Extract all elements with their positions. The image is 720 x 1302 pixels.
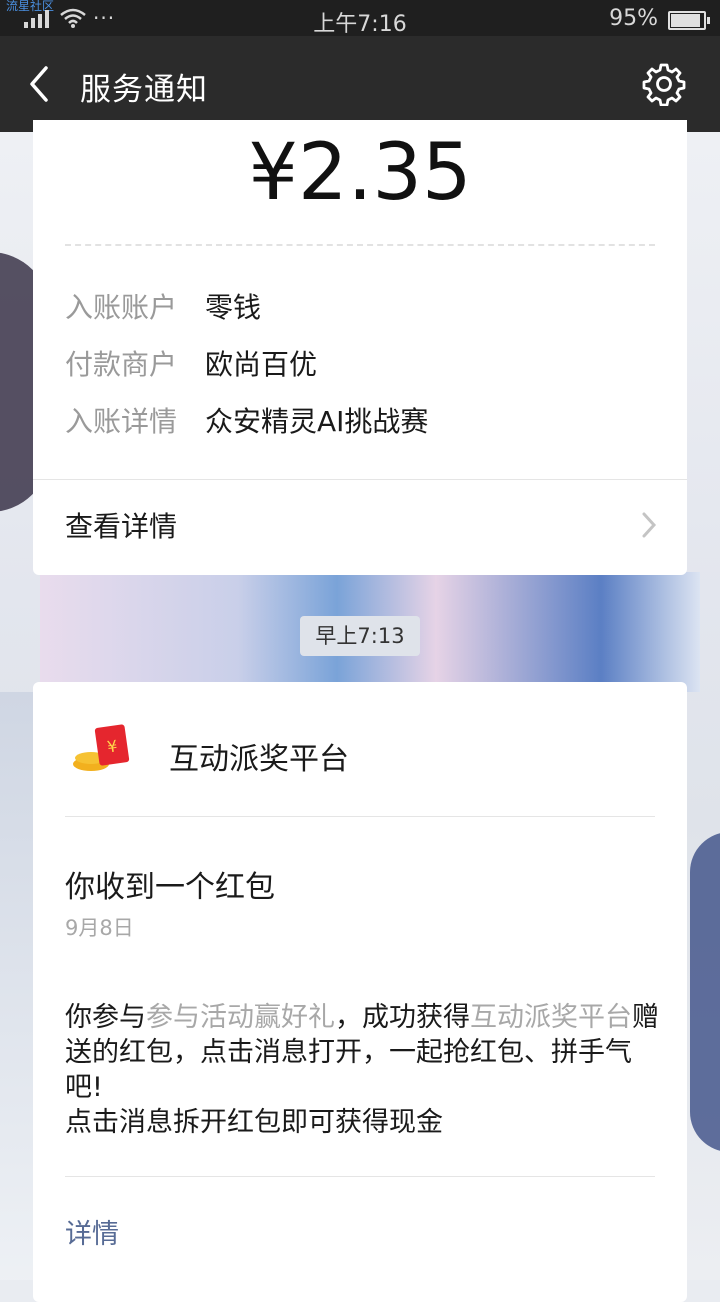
chevron-right-icon <box>642 512 657 538</box>
divider <box>65 1176 655 1177</box>
message-timestamp: 早上7:13 <box>300 616 420 656</box>
details-link[interactable]: 详情 <box>65 1212 119 1251</box>
body-text: 你参与 <box>65 1002 146 1033</box>
message-body: 你参与参与活动赢好礼，成功获得互动派奖平台赠送的红包，点击消息打开，一起抢红包、… <box>65 1000 665 1140</box>
status-bar: 流星社区 ··· 上午7:16 95% <box>0 0 720 37</box>
nav-bar: 服务通知 <box>0 36 720 132</box>
platform-name: 互动派奖平台 <box>169 742 349 777</box>
info-value: 众安精灵AI挑战赛 <box>205 405 429 438</box>
info-value: 零钱 <box>205 291 262 324</box>
dashed-divider <box>65 244 655 246</box>
info-value: 欧尚百优 <box>205 348 318 381</box>
payment-card[interactable]: ¥2.35 入账账户 零钱 付款商户 欧尚百优 入账详情 众安精灵AI挑战赛 查看详情 <box>33 120 687 575</box>
info-row-merchant: 付款商户 欧尚百优 <box>65 343 317 383</box>
divider <box>33 479 687 480</box>
gear-icon[interactable] <box>642 62 686 106</box>
activity-name: 参与活动赢好礼 <box>146 1002 335 1033</box>
info-label: 付款商户 <box>65 348 178 381</box>
message-date: 9月8日 <box>65 916 134 940</box>
battery-percent: 95% <box>609 6 658 31</box>
info-label: 入账详情 <box>65 405 178 438</box>
view-details-link[interactable]: 查看详情 <box>65 505 177 545</box>
back-icon[interactable] <box>22 62 62 106</box>
body-text: 点击消息拆开红包即可获得现金 <box>65 1107 443 1138</box>
message-title: 你收到一个红包 <box>65 870 275 905</box>
red-packet-card[interactable]: ¥ 互动派奖平台 你收到一个红包 9月8日 你参与参与活动赢好礼，成功获得互动派… <box>33 682 687 1302</box>
page-title: 服务通知 <box>80 72 208 108</box>
battery-icon <box>668 11 710 30</box>
info-row-account: 入账账户 零钱 <box>65 286 261 326</box>
info-row-details: 入账详情 众安精灵AI挑战赛 <box>65 400 428 440</box>
background-art <box>690 832 720 1152</box>
body-text: ，成功获得 <box>335 1002 470 1033</box>
red-packet-icon: ¥ <box>73 724 130 771</box>
divider <box>65 816 655 817</box>
info-label: 入账账户 <box>65 291 178 324</box>
payment-amount: ¥2.35 <box>248 128 472 218</box>
platform-mention: 互动派奖平台 <box>470 1002 632 1033</box>
